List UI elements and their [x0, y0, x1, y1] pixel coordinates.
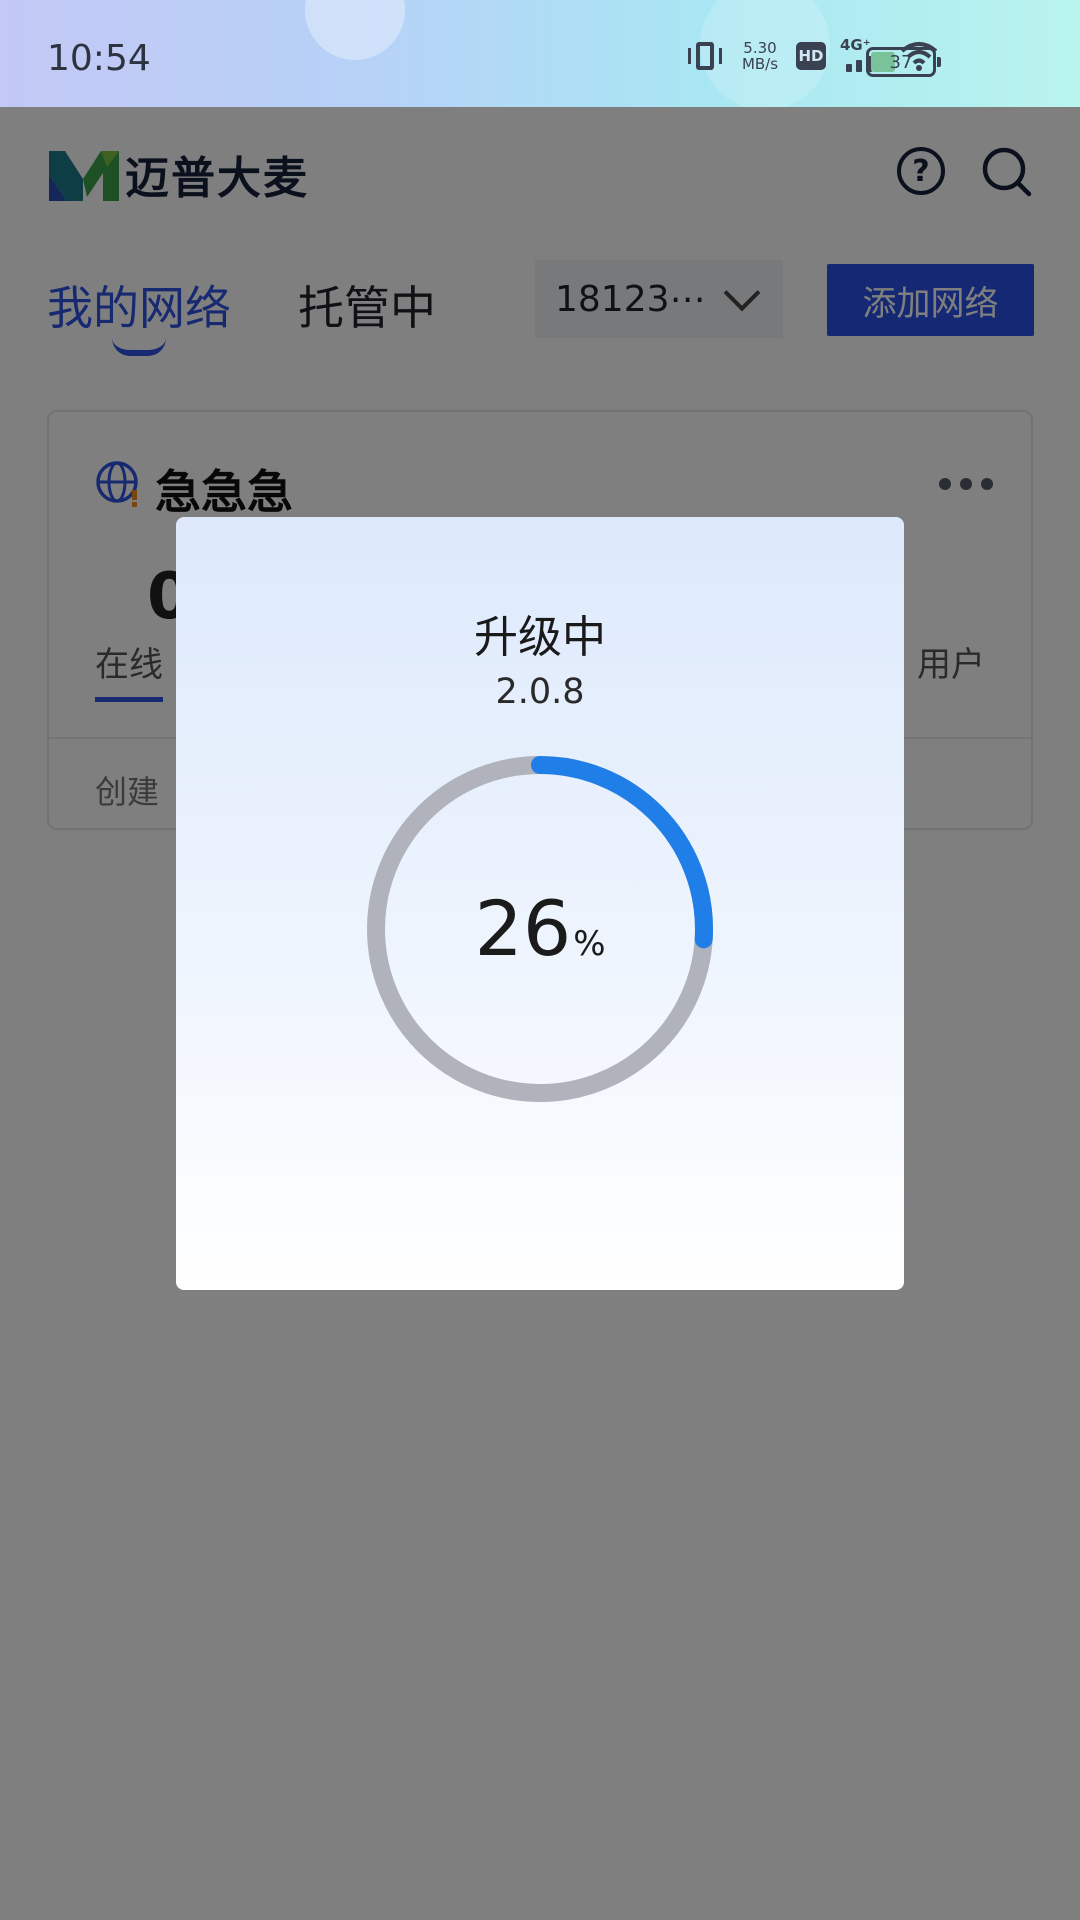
battery-icon: 37	[866, 47, 941, 77]
net-speed: 5.30 MB/s	[738, 40, 782, 72]
net-speed-value: 5.30	[743, 39, 777, 57]
firmware-version: 2.0.8	[495, 672, 585, 712]
status-time: 10:54	[47, 38, 151, 79]
net-speed-unit: MB/s	[741, 55, 779, 73]
vibrate-icon	[686, 40, 724, 72]
battery-level: 37	[889, 51, 913, 73]
status-bar: 10:54 5.30 MB/s HD 4G⁺ 37	[0, 0, 1080, 107]
progress-readout: 26 %	[367, 756, 713, 1102]
dialog-title: 升级中	[474, 612, 606, 663]
progress-unit: %	[573, 924, 606, 964]
upgrade-dialog: 升级中 2.0.8 26 %	[176, 517, 904, 1290]
progress-value: 26	[474, 884, 572, 973]
hd-badge: HD	[796, 42, 826, 70]
